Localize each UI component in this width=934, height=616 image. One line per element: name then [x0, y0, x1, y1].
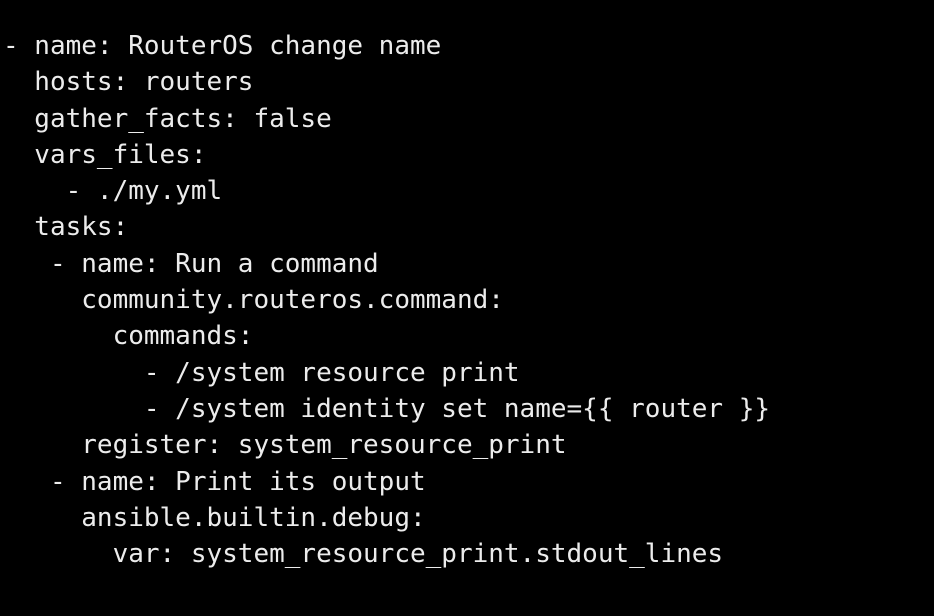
code-line: register: system_resource_print: [3, 430, 567, 461]
code-line: - name: RouterOS change name: [3, 31, 442, 61]
code-line: ansible.builtin.debug:: [3, 502, 426, 533]
code-line: - /system identity set name={{ router }}: [3, 393, 771, 424]
yaml-code-block: - name: RouterOS change name hosts: rout…: [3, 28, 770, 572]
code-line: vars_files:: [3, 139, 207, 170]
code-line: - ./my.yml: [3, 176, 223, 207]
code-line: commands:: [3, 321, 254, 352]
code-line: gather_facts: false: [3, 103, 332, 134]
code-line: var: system_resource_print.stdout_lines: [3, 539, 724, 570]
code-line: - name: Run a command: [3, 248, 379, 279]
code-line: - /system resource print: [3, 357, 520, 388]
code-line: tasks:: [3, 212, 129, 243]
code-line: community.routeros.command:: [3, 285, 504, 316]
code-line: - name: Print its output: [3, 466, 426, 497]
code-line: hosts: routers: [3, 67, 254, 98]
code-view: - name: RouterOS change name hosts: rout…: [0, 0, 934, 616]
